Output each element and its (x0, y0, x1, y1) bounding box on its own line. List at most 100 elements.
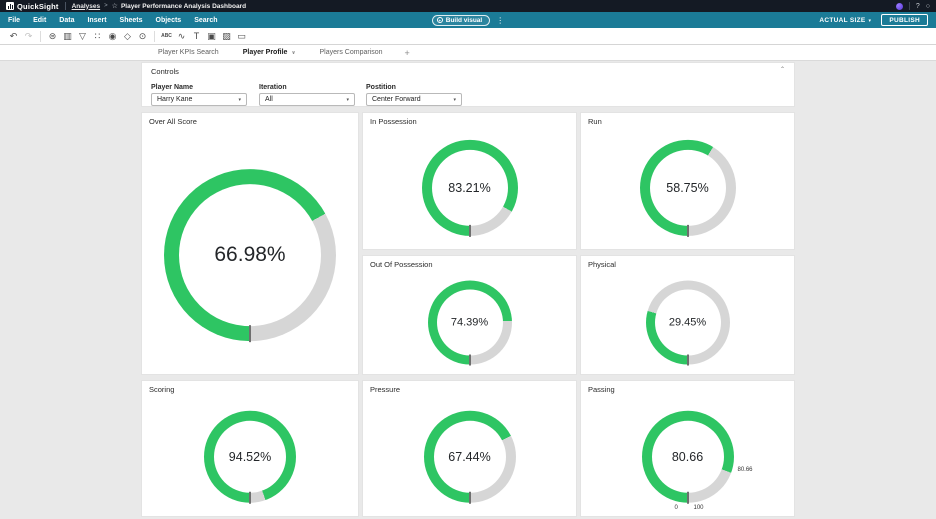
gauge-start-tick (469, 225, 471, 237)
dropdown-value: All (265, 96, 273, 103)
chevron-down-icon: ▾ (869, 18, 872, 24)
gauge-value: 83.21% (422, 181, 518, 195)
divider (40, 31, 41, 42)
filter-icon[interactable]: ▽ (75, 31, 90, 42)
chevron-down-icon: ▾ (453, 97, 456, 103)
gauge-overall: 66.98% (164, 169, 336, 341)
dropdown-value: Harry Kane (157, 96, 192, 103)
controls-title: Controls (151, 67, 179, 76)
tab-player-profile[interactable]: Player Profile∨ (231, 45, 308, 60)
gauge-title: Over All Score (149, 117, 197, 126)
pin-icon[interactable]: ◉ (105, 31, 120, 42)
chevron-down-icon[interactable]: ∨ (291, 50, 295, 56)
control-postition: Postition Center Forward ▾ (366, 84, 462, 106)
undo-icon[interactable]: ↶ (6, 31, 21, 42)
gauge-passing: 80.66010080.66 (642, 410, 734, 502)
visual-frame-icon[interactable]: ▣ (204, 31, 219, 42)
kebab-menu-icon[interactable]: ⋮ (496, 16, 504, 25)
dropdown-player-name[interactable]: Harry Kane ▾ (151, 93, 247, 106)
gauge-axis-min: 0 (675, 504, 678, 510)
dashboard-grid: Over All Score 66.98% In Possession 83.21% R… (141, 112, 795, 517)
parameters-icon[interactable]: ∷ (90, 31, 105, 42)
gauge-start-tick (687, 355, 689, 366)
add-sheet-button[interactable]: + (395, 48, 420, 58)
dropdown-value: Center Forward (372, 96, 421, 103)
build-visual-button[interactable]: ✦ Build visual (432, 15, 490, 26)
trend-line-icon[interactable]: ∿ (174, 31, 189, 42)
gauge-start-tick (687, 225, 689, 237)
control-label: Postition (366, 84, 462, 91)
help-icon[interactable]: ? (916, 3, 920, 10)
gauge-value: 66.98% (164, 243, 336, 267)
menu-sheets[interactable]: Sheets (120, 17, 143, 24)
gauge-title: Run (588, 117, 602, 126)
text-abc-icon[interactable]: ABC (159, 33, 174, 39)
user-account-icon[interactable]: ○ (926, 3, 930, 10)
control-player-name: Player NameHarry Kane▾ (151, 84, 247, 106)
tab-players-comparison[interactable]: Players Comparison (308, 45, 395, 60)
menu-file[interactable]: File (8, 17, 20, 24)
controls-panel: Controls ⌃ Player NameHarry Kane▾Iterati… (141, 62, 795, 107)
add-visual-icon[interactable]: ▥ (60, 31, 75, 42)
gauge-card-passing[interactable]: Passing 80.66010080.66 (580, 380, 795, 517)
menu-insert[interactable]: Insert (87, 17, 106, 24)
gauge-card-out_of_possession[interactable]: Out Of Possession74.39% (362, 255, 577, 375)
gauge-run: 58.75% (640, 140, 736, 236)
menu-data[interactable]: Data (59, 17, 74, 24)
menu-bar: File Edit Data Insert Sheets Objects Search ✦ … (0, 12, 936, 28)
dropdown-postition[interactable]: Center Forward ▾ (366, 93, 462, 106)
gauge-card-in_possession[interactable]: In Possession 83.21% (362, 112, 577, 250)
menu-search[interactable]: Search (194, 17, 217, 24)
control-label: Iteration (259, 84, 355, 91)
build-visual-label: Build visual (446, 17, 482, 24)
gauge-pressure: 67.44% (424, 410, 516, 502)
gauge-title: Physical (588, 260, 616, 269)
chevron-down-icon: ▾ (238, 97, 241, 103)
collapse-chevron-icon[interactable]: ⌃ (780, 66, 785, 73)
divider (909, 2, 910, 10)
control-box-icon[interactable]: ▭ (234, 31, 249, 42)
gauge-title: Pressure (370, 385, 400, 394)
redo-icon: ↷ (21, 31, 36, 42)
breadcrumb-separator: > (104, 3, 108, 9)
gauge-card-physical[interactable]: Physical 29.45% (580, 255, 795, 375)
gauge-title: Out Of Possession (370, 260, 433, 269)
favorite-star-icon[interactable]: ☆ (112, 2, 118, 10)
gauge-start-tick (249, 491, 251, 503)
top-app-bar: QuickSight Analyses > ☆ Player Performan… (0, 0, 936, 12)
menu-objects[interactable]: Objects (156, 17, 182, 24)
brand-name: QuickSight (17, 2, 59, 11)
gauge-card-pressure[interactable]: Pressure 67.44% (362, 380, 577, 517)
gauge-physical: 29.45% (646, 281, 730, 365)
gauge-card-scoring[interactable]: Scoring94.52% (141, 380, 359, 517)
publish-button[interactable]: PUBLISH (881, 14, 928, 26)
breadcrumb-analyses-link[interactable]: Analyses (72, 3, 101, 10)
gauge-card-overall[interactable]: Over All Score 66.98% (141, 112, 359, 375)
image-icon[interactable]: ▨ (219, 31, 234, 42)
actual-size-dropdown[interactable]: ACTUAL SIZE▾ (819, 17, 871, 24)
control-iteration: Iteration All ▾ (259, 84, 355, 106)
title-text-icon[interactable]: T (189, 31, 204, 41)
dropdown-iteration[interactable]: All ▾ (259, 93, 355, 106)
gauge-value: 58.75% (640, 181, 736, 195)
gauge-in_possession: 83.21% (422, 140, 518, 236)
themes-icon[interactable]: ◇ (120, 31, 135, 42)
gauge-start-tick (469, 491, 471, 503)
gauge-value: 94.52% (204, 449, 296, 463)
q-assistant-icon[interactable] (896, 3, 903, 10)
gauge-card-run[interactable]: Run 58.75% (580, 112, 795, 250)
chevron-down-icon: ▾ (346, 97, 349, 103)
gauge-end-label: 80.66 (737, 466, 752, 472)
menu-edit[interactable]: Edit (33, 17, 46, 24)
gauge-start-tick (249, 325, 251, 342)
gauge-title: Passing (588, 385, 615, 394)
clock-icon[interactable]: ⊙ (135, 31, 150, 42)
gauge-start-tick (687, 491, 689, 503)
gauge-scoring: 94.52% (204, 410, 296, 502)
quicksight-logo-icon (6, 2, 14, 10)
divider (154, 31, 155, 42)
gauge-value: 80.66 (642, 449, 734, 463)
gauge-title: In Possession (370, 117, 417, 126)
tab-player-kpis-search[interactable]: Player KPIs Search (146, 45, 231, 60)
dataset-icon[interactable]: ⊜ (45, 31, 60, 42)
